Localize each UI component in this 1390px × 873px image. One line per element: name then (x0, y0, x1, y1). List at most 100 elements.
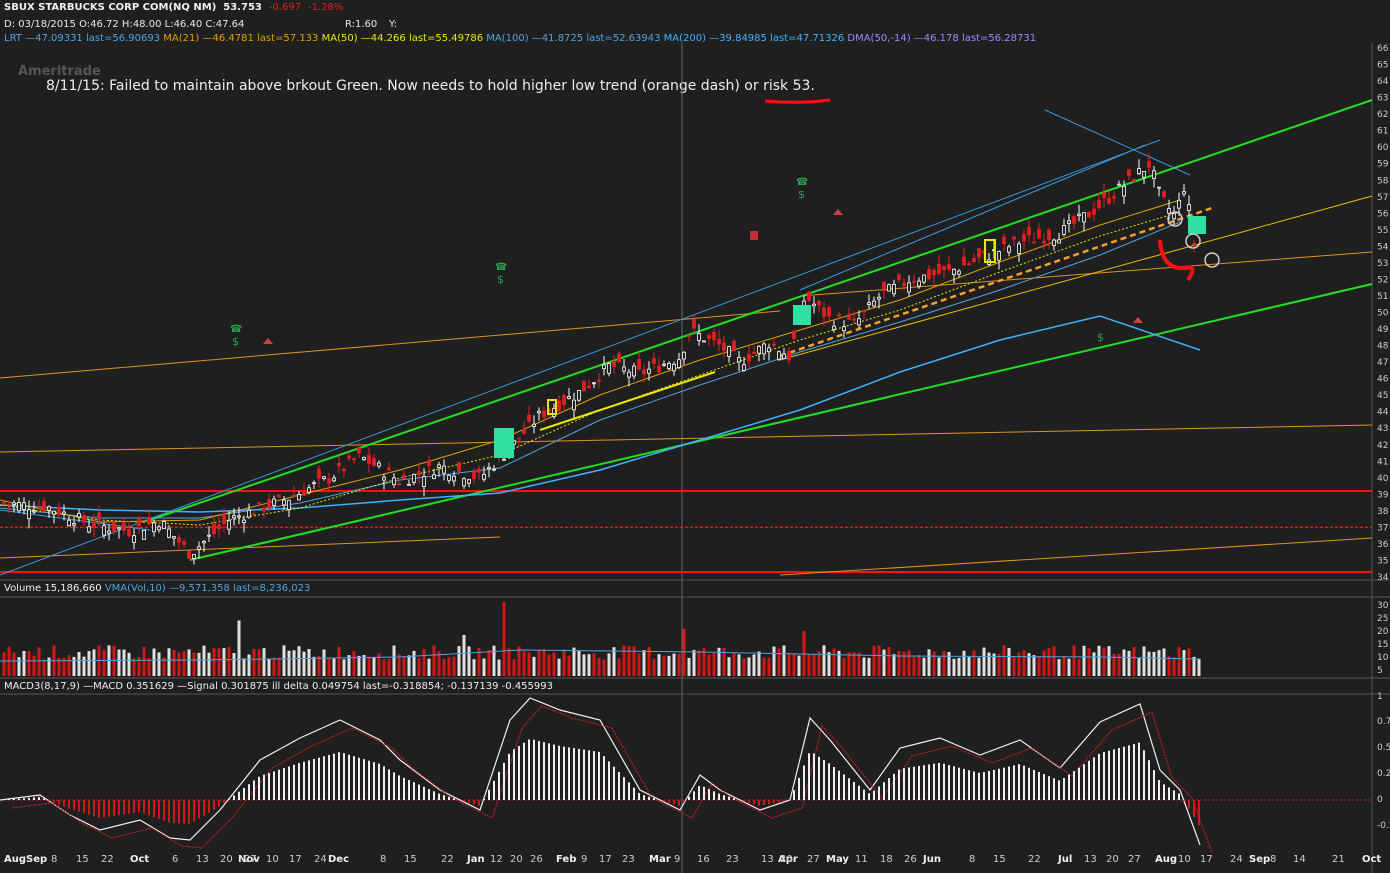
macd-histogram-bar (803, 765, 805, 800)
candle-body (437, 464, 441, 468)
x-axis-label: 26 (904, 854, 917, 865)
macd-histogram-bar (518, 746, 520, 800)
price-chart[interactable]: 3435363738394041424344454647484950515253… (0, 0, 1390, 873)
candle-body (592, 382, 596, 385)
macd-histogram-bar (333, 753, 335, 800)
candle-body (892, 283, 896, 295)
volume-bar (317, 655, 321, 676)
macd-histogram-bar (563, 746, 565, 800)
macd-histogram-bar (358, 757, 360, 800)
volume-bar (1187, 648, 1191, 676)
macd-histogram-bar (1128, 745, 1130, 800)
candle-body (922, 274, 926, 283)
dividend-icon: $ (1097, 331, 1104, 344)
macd-histogram-bar (398, 775, 400, 800)
macd-histogram-bar (858, 785, 860, 800)
volume-bar (42, 659, 46, 676)
x-axis-label: 6 (172, 854, 178, 865)
candle-body (557, 400, 561, 411)
volume-bar (847, 652, 851, 676)
volume-bar (507, 648, 511, 676)
candle-body (612, 360, 616, 367)
volume-bar (102, 650, 106, 676)
volume-tick-label: 5 (1377, 666, 1383, 676)
volume-bar (472, 659, 476, 676)
macd-histogram-bar (1053, 778, 1055, 800)
y-tick-label: 36 (1377, 540, 1389, 550)
macd-histogram-bar (663, 800, 665, 802)
ma21-line (0, 199, 1181, 523)
candle-body (292, 494, 296, 497)
volume-bar (222, 648, 226, 676)
candle-body (1072, 216, 1076, 224)
macd-histogram-bar (1058, 780, 1060, 800)
macd-histogram-bar (1198, 800, 1200, 826)
volume-bar (757, 651, 761, 676)
volume-bar (282, 645, 286, 676)
x-axis-label: Aug (4, 854, 26, 865)
macd-histogram-bar (173, 800, 175, 824)
candle-body (187, 550, 191, 559)
volume-bar (807, 654, 811, 676)
candle-body (1047, 229, 1051, 240)
y-tick-label: 62 (1377, 110, 1388, 120)
macd-histogram-bar (923, 765, 925, 800)
macd-histogram-bar (898, 769, 900, 800)
y-tick-label: 44 (1377, 408, 1389, 418)
macd-histogram-bar (1123, 746, 1125, 800)
x-axis-label: 9 (581, 854, 587, 865)
volume-bar (187, 649, 191, 676)
volume-bar (527, 652, 531, 676)
volume-bar (267, 659, 271, 676)
macd-histogram-bar (478, 800, 480, 806)
blue-channel (1044, 109, 1191, 176)
macd-histogram-bar (593, 751, 595, 800)
candle-body (472, 471, 476, 479)
y-tick-label: 40 (1377, 474, 1389, 484)
candle-body (997, 251, 1001, 261)
volume-bar (582, 654, 586, 676)
volume-bar (1037, 656, 1041, 676)
x-axis-label: Jun (922, 854, 941, 865)
volume-tick-label: 20 (1377, 627, 1389, 637)
volume-bar (1152, 651, 1156, 676)
candle-body (177, 537, 181, 543)
volume-bar (962, 650, 966, 676)
candle-body (1132, 179, 1136, 182)
x-axis-label: Mar (649, 854, 671, 865)
volume-bar (622, 645, 626, 676)
volume-bar (117, 649, 121, 676)
volume-bar (712, 653, 716, 676)
candle-body (37, 506, 41, 508)
macd-histogram-bar (468, 800, 470, 803)
volume-bar (1022, 650, 1026, 676)
macd-histogram-bar (433, 791, 435, 800)
x-axis-label: 17 (289, 854, 302, 865)
macd-histogram-bar (553, 744, 555, 800)
macd-histogram-bar (868, 793, 870, 800)
macd-histogram-bar (288, 766, 290, 800)
macd-histogram-bar (833, 767, 835, 800)
macd-histogram-bar (368, 760, 370, 800)
volume-bar (357, 655, 361, 676)
candle-body (332, 477, 336, 482)
macd-histogram-bar (723, 795, 725, 800)
x-axis-label: 10 (266, 854, 279, 865)
candle-body (72, 523, 76, 526)
candle-body (652, 358, 656, 364)
x-axis-label: Dec (328, 854, 349, 865)
macd-histogram-bar (863, 789, 865, 800)
volume-bar (567, 655, 571, 676)
candle-body (57, 506, 61, 516)
volume-bar (292, 650, 296, 676)
candle-body (767, 347, 771, 353)
volume-bar (372, 657, 376, 676)
volume-bar (497, 659, 501, 676)
macd-histogram-bar (733, 798, 735, 800)
candle-body (807, 291, 811, 302)
x-axis-label: 27 (807, 854, 820, 865)
macd-histogram-bar (298, 763, 300, 800)
volume-bar (137, 656, 141, 676)
x-axis-label: 15 (993, 854, 1006, 865)
candle-body (1092, 208, 1096, 215)
